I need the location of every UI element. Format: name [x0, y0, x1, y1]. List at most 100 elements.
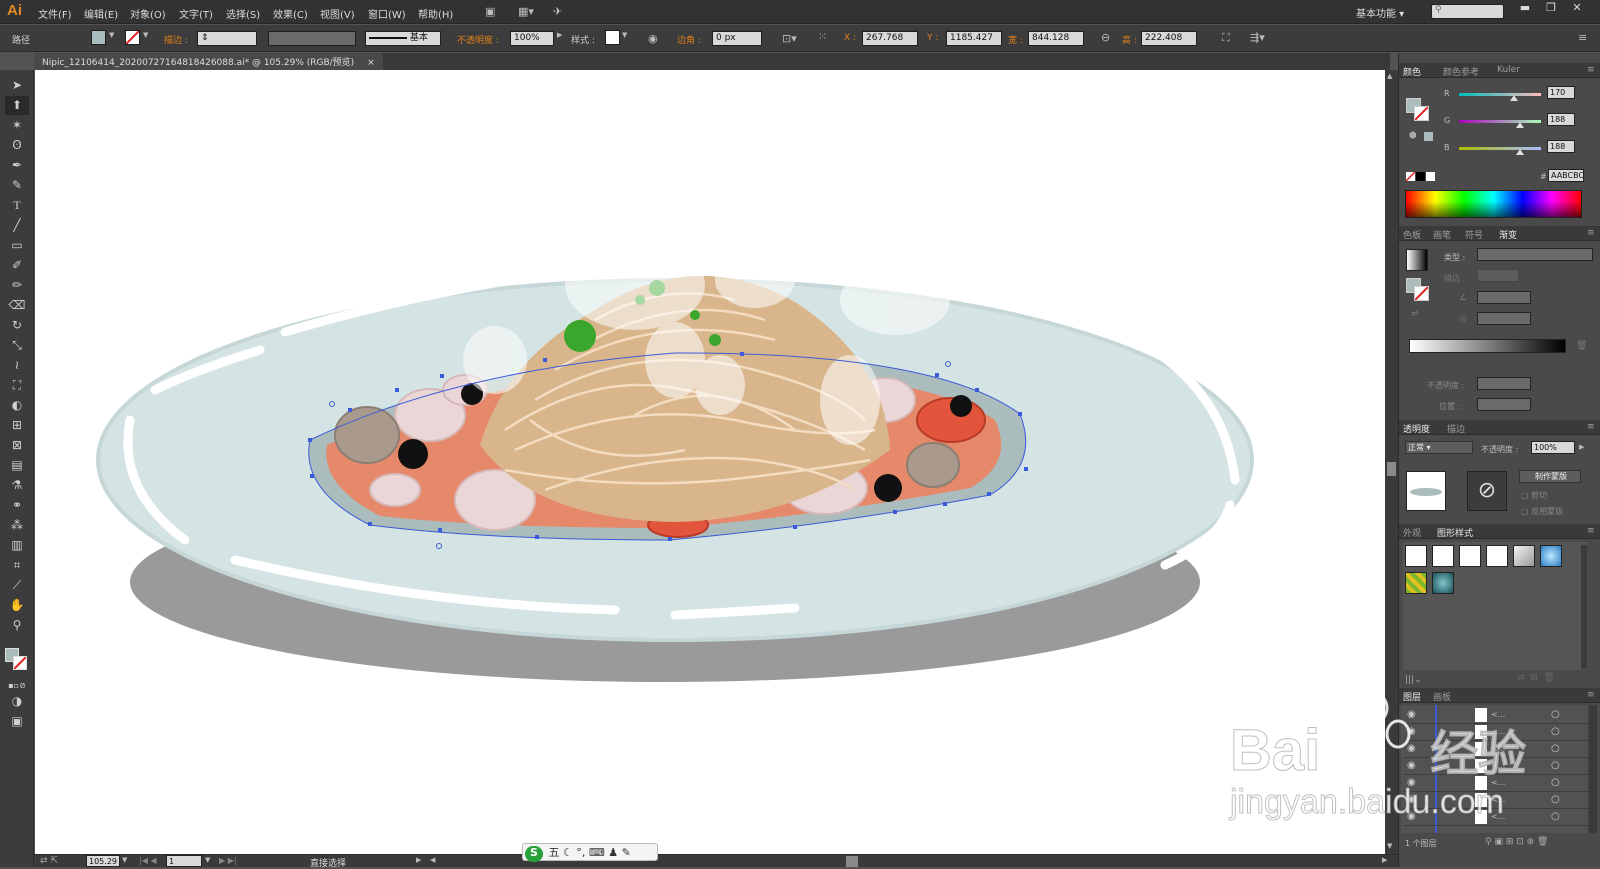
target-icon[interactable]: ○ [1551, 726, 1560, 737]
target-icon[interactable]: ○ [1551, 794, 1560, 805]
menu-file[interactable]: 文件(F) [38, 6, 72, 21]
object-thumbnail[interactable] [1406, 471, 1446, 511]
style-blue-glow[interactable] [1540, 545, 1562, 567]
tab-kuler[interactable]: Kuler [1497, 65, 1520, 75]
pencil-tool-icon[interactable]: ✏ [5, 276, 29, 295]
visibility-icon[interactable]: ◉ [1407, 794, 1416, 805]
recolor-icon[interactable]: ◉ [648, 32, 658, 45]
layer-row[interactable]: ◉ <... ○ [1403, 775, 1589, 792]
type-tool-icon[interactable]: T [5, 196, 29, 215]
align-icon[interactable]: ⊡▾ [782, 32, 797, 45]
width-field[interactable]: 844.128 [1028, 31, 1084, 46]
gradient-aspect-field[interactable] [1477, 312, 1531, 325]
tab-appearance[interactable]: 外观 [1403, 526, 1421, 539]
control-menu-icon[interactable]: ≡ [1578, 31, 1587, 44]
ime-user-icon[interactable]: ♟ [608, 846, 618, 859]
magic-wand-tool-icon[interactable]: ✶ [5, 116, 29, 135]
layer-row[interactable]: ◉ <... ○ [1403, 758, 1589, 775]
hand-tool-icon[interactable]: ✋ [5, 596, 29, 615]
stroke-style-field[interactable]: 基本 [365, 31, 441, 46]
gamut-warning-icon[interactable]: ⬢ [1409, 131, 1417, 141]
reverse-gradient-icon[interactable]: ⇌ [1411, 309, 1419, 319]
perspective-grid-tool-icon[interactable]: ⊞ [5, 416, 29, 435]
link-icon[interactable]: ⊖ [1101, 31, 1110, 44]
rotate-tool-icon[interactable]: ↻ [5, 316, 29, 335]
selection-tool-icon[interactable]: ➤ [5, 76, 29, 95]
opacity-dropdown-icon[interactable]: ▶ [1579, 443, 1584, 451]
tab-gradient[interactable]: 渐变 [1499, 228, 1517, 241]
ime-punctuation-icon[interactable]: °, [576, 846, 585, 859]
g-slider-knob[interactable] [1516, 122, 1524, 128]
ime-tools-icon[interactable]: ✎ [622, 846, 631, 859]
artboard-canvas[interactable] [35, 70, 1385, 854]
style-default[interactable] [1405, 545, 1427, 567]
layer-name[interactable]: <... [1491, 812, 1505, 821]
layer-row[interactable]: ◉ <... ○ [1403, 809, 1589, 826]
target-icon[interactable]: ○ [1551, 777, 1560, 788]
panel-menu-icon[interactable]: ≡ [1587, 228, 1595, 238]
style-default-stroke[interactable] [1432, 545, 1454, 567]
stroke-label[interactable]: 描边 : [164, 33, 188, 46]
visibility-icon[interactable]: ◉ [1407, 726, 1416, 737]
reference-point-icon[interactable]: ⁙ [818, 30, 827, 43]
panel-menu-icon[interactable]: ≡ [1587, 690, 1595, 700]
websafe-swatch[interactable] [1424, 132, 1433, 141]
bridge-icon[interactable]: ▣ [485, 5, 495, 18]
opacity-label[interactable]: 不透明度 : [457, 33, 499, 46]
ime-halfwidth-icon[interactable]: ☾ [563, 846, 573, 859]
vertical-scrollbar[interactable]: ▲ ▼ [1385, 70, 1398, 854]
tab-symbols[interactable]: 符号 [1465, 228, 1483, 241]
r-slider[interactable] [1459, 93, 1541, 96]
gradient-angle-field[interactable] [1477, 291, 1531, 304]
arrange-documents-icon[interactable]: ▦▾ [518, 5, 534, 18]
scroll-right-icon[interactable]: ▶ [1382, 856, 1387, 864]
blend-tool-icon[interactable]: ⚭ [5, 496, 29, 515]
tab-color-guide[interactable]: 颜色参考 [1443, 65, 1479, 78]
black-swatch[interactable] [1416, 172, 1425, 181]
curvature-tool-icon[interactable]: ✎ [5, 176, 29, 195]
workspace-switcher[interactable]: 基本功能 ▾ [1356, 5, 1404, 20]
zoom-tool-icon[interactable]: ⚲ [5, 616, 29, 635]
fill-swatch[interactable] [91, 30, 106, 45]
style-leaf[interactable] [1405, 572, 1427, 594]
status-menu-icon[interactable]: ▶ [416, 856, 421, 864]
gradient-slider[interactable] [1409, 339, 1566, 353]
variable-width-field[interactable] [268, 31, 356, 46]
tab-color[interactable]: 颜色 [1403, 65, 1421, 78]
zoom-dropdown-icon[interactable]: ▼ [122, 856, 127, 864]
clip-checkbox[interactable]: ▢ 剪切 [1521, 490, 1547, 501]
gradient-opacity-field[interactable] [1477, 377, 1531, 390]
style-library-icon[interactable]: |||⌄ [1405, 675, 1422, 685]
opacity-dropdown-icon[interactable]: ▶ [557, 31, 562, 39]
menu-edit[interactable]: 编辑(E) [84, 6, 118, 21]
last-artboard-icon[interactable]: ▶ ▶| [219, 856, 237, 865]
isolate-icon[interactable]: ⇶▾ [1250, 31, 1265, 44]
invert-mask-checkbox[interactable]: ▢ 反相蒙版 [1521, 506, 1563, 517]
help-search-input[interactable]: ⚲ [1431, 4, 1504, 19]
menu-help[interactable]: 帮助(H) [418, 6, 453, 21]
current-tool-label[interactable]: 直接选择 [310, 856, 346, 869]
scroll-down-icon[interactable]: ▼ [1387, 842, 1392, 850]
eyedropper-tool-icon[interactable]: ⚗ [5, 476, 29, 495]
visibility-icon[interactable]: ◉ [1407, 777, 1416, 788]
target-icon[interactable]: ○ [1551, 743, 1560, 754]
b-slider-knob[interactable] [1516, 149, 1524, 155]
layer-name[interactable]: <... [1491, 710, 1505, 719]
gradient-position-field[interactable] [1477, 398, 1531, 411]
color-spectrum[interactable] [1405, 190, 1582, 218]
fill-dropdown-icon[interactable]: ▼ [109, 31, 114, 39]
artboard-dropdown-icon[interactable]: ▼ [205, 856, 210, 864]
menu-select[interactable]: 选择(S) [226, 6, 260, 21]
tab-artboards[interactable]: 画板 [1433, 690, 1451, 703]
stroke-dropdown-icon[interactable]: ▼ [143, 31, 148, 39]
visibility-icon[interactable]: ◉ [1407, 743, 1416, 754]
layer-name[interactable]: <... [1491, 761, 1505, 770]
layers-scrollbar[interactable] [1589, 705, 1597, 833]
zoom-field[interactable]: 105.29 [86, 855, 120, 867]
slice-tool-icon[interactable]: ⟋ [5, 576, 29, 595]
panel-menu-icon[interactable]: ≡ [1587, 422, 1595, 432]
column-graph-tool-icon[interactable]: ▥ [5, 536, 29, 555]
menu-object[interactable]: 对象(O) [130, 6, 166, 21]
ime-mode[interactable]: 五 [549, 846, 560, 859]
lasso-tool-icon[interactable]: ʘ [5, 136, 29, 155]
